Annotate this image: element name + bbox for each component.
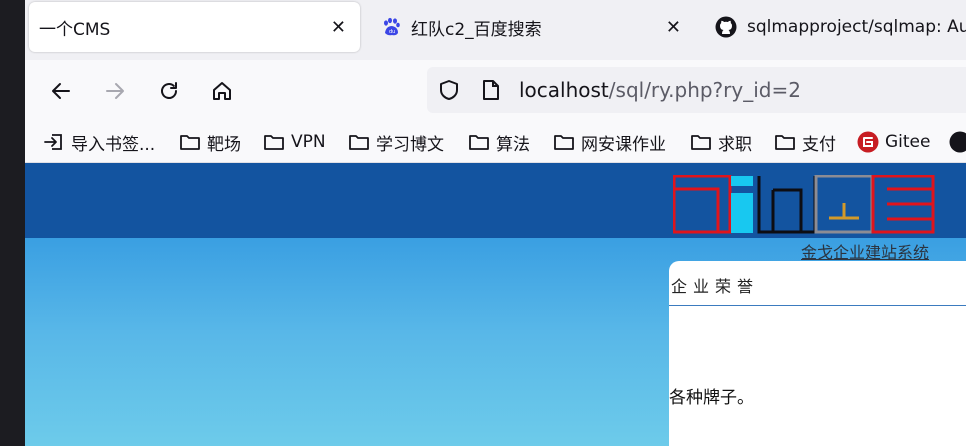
tab-title: sqlmapproject/sqlmap: Au — [747, 17, 966, 37]
bookmark-gitee[interactable]: Gitee — [857, 130, 930, 154]
url-path: /sql/ry.php?ry_id=2 — [608, 78, 801, 102]
section-divider — [669, 305, 966, 306]
folder-icon — [775, 135, 795, 150]
tab-baidu[interactable]: du 红队c2_百度搜索 ✕ — [365, 0, 695, 54]
section-title: 企业荣誉 — [671, 277, 760, 296]
tab-close-icon[interactable]: ✕ — [331, 17, 346, 38]
tab-title: 红队c2_百度搜索 — [411, 19, 542, 40]
url-text[interactable]: localhost/sql/ry.php?ry_id=2 — [519, 78, 801, 102]
forward-button[interactable] — [100, 76, 130, 106]
shield-icon[interactable] — [437, 78, 461, 106]
bookmark-label: Gitee — [885, 132, 931, 152]
bookmark-label: 算法 — [496, 134, 530, 155]
browser-window: 一个CMS ✕ du 红队c2_百度搜索 ✕ sqlmapproject/sql… — [25, 0, 966, 446]
github-icon — [949, 131, 966, 153]
import-icon — [44, 134, 62, 150]
bookmark-label: 导入书签... — [71, 134, 156, 155]
desktop-edge — [0, 0, 25, 446]
tab-active[interactable]: 一个CMS ✕ — [29, 2, 360, 52]
bookmark-folder-vpn[interactable]: VPN — [263, 130, 326, 154]
bookmark-label: 支付 — [802, 134, 836, 155]
baidu-icon: du — [381, 17, 401, 37]
section-body-text: 各种牌子。 — [669, 388, 754, 408]
site-logo[interactable] — [673, 175, 935, 237]
folder-icon — [554, 135, 574, 150]
logo-caption[interactable]: 金戈企业建站系统 — [801, 239, 929, 263]
reload-icon — [161, 82, 177, 99]
github-icon — [715, 16, 737, 38]
folder-icon — [264, 135, 284, 150]
back-arrow-icon — [52, 83, 70, 99]
folder-icon — [691, 135, 711, 150]
tab-github[interactable]: sqlmapproject/sqlmap: Au — [705, 0, 966, 54]
bookmark-label: VPN — [291, 132, 326, 152]
gitee-icon — [857, 131, 879, 153]
tab-title: 一个CMS — [39, 19, 111, 40]
svg-text:du: du — [389, 29, 395, 35]
bookmark-label: 学习博文 — [376, 134, 444, 155]
folder-icon — [469, 135, 489, 150]
content-panel: 企业荣誉 各种牌子。 — [669, 261, 966, 446]
bookmark-github[interactable] — [949, 130, 966, 154]
bookmark-folder-homework[interactable]: 网安课作业 — [553, 130, 666, 155]
back-button[interactable] — [46, 76, 76, 106]
url-host: localhost — [519, 78, 609, 102]
bookmark-folder-algo[interactable]: 算法 — [468, 130, 530, 155]
bookmark-folder-pay[interactable]: 支付 — [774, 130, 836, 155]
bookmark-label: 网安课作业 — [581, 134, 666, 155]
folder-icon — [180, 135, 200, 150]
folder-icon — [349, 135, 369, 150]
bookmark-label: 求职 — [718, 134, 752, 155]
tab-close-icon[interactable]: ✕ — [666, 17, 681, 38]
web-page: 金戈企业建站系统 企业荣誉 各种牌子。 — [25, 163, 966, 446]
bookmark-folder-range[interactable]: 靶场 — [179, 130, 241, 155]
home-button[interactable] — [207, 76, 237, 106]
home-icon — [213, 82, 231, 100]
bookmark-import[interactable]: 导入书签... — [43, 130, 156, 155]
page-info-icon[interactable] — [481, 79, 501, 105]
reload-button[interactable] — [154, 76, 184, 106]
tab-bar: 一个CMS ✕ du 红队c2_百度搜索 ✕ sqlmapproject/sql… — [25, 0, 966, 60]
bookmark-folder-study[interactable]: 学习博文 — [348, 130, 444, 155]
forward-arrow-icon — [106, 83, 124, 99]
bookmarks-toolbar: 导入书签... 靶场 VPN 学习博文 算法 网安课作业 求职 支付 Gitee — [25, 122, 966, 163]
bookmark-label: 靶场 — [207, 134, 241, 155]
url-bar[interactable]: localhost/sql/ry.php?ry_id=2 — [427, 67, 966, 113]
navigation-toolbar: localhost/sql/ry.php?ry_id=2 — [25, 60, 966, 122]
bookmark-folder-jobs[interactable]: 求职 — [690, 130, 752, 155]
